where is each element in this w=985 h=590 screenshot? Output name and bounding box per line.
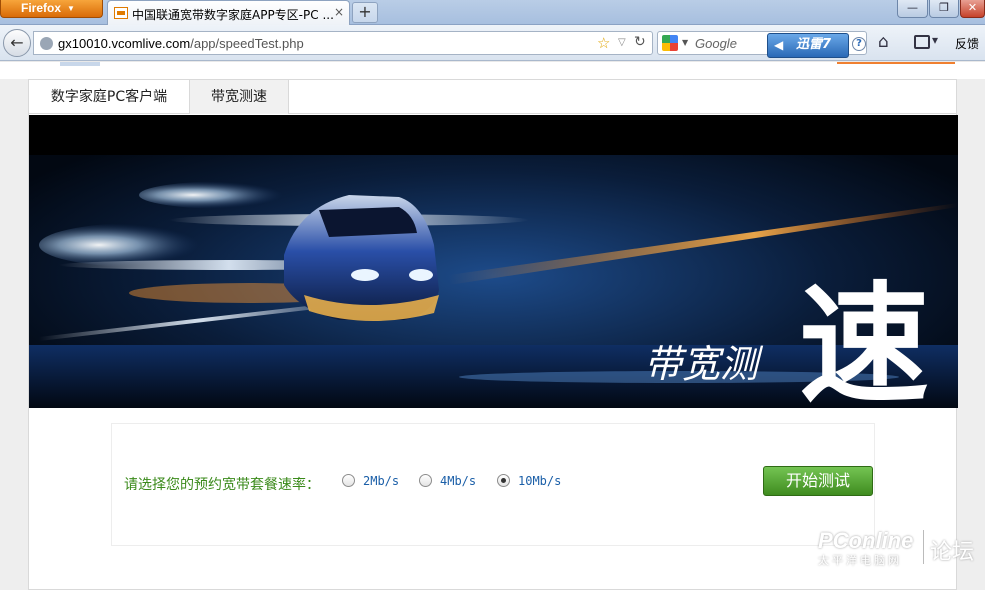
banner-big-char: 速	[799, 268, 929, 408]
speed-select-card: 请选择您的预约宽带套餐速率： 2Mb/s 4Mb/s 10Mb/s 开始测试	[111, 423, 875, 546]
watermark-brand: PConline	[818, 528, 914, 553]
radio-10mb[interactable]	[497, 474, 510, 487]
start-test-button[interactable]: 开始测试	[763, 466, 873, 496]
speed-option-10mb[interactable]: 10Mb/s	[497, 474, 561, 488]
page-viewport: 数字家庭PC客户端 带宽测速 带宽测 速 请选择您的预约宽带套餐速率： 2Mb/…	[0, 62, 985, 590]
speed-prompt: 请选择您的预约宽带套餐速率：	[124, 477, 320, 493]
browser-tab-active[interactable]: 中国联通宽带数字家庭APP专区-PC ... ×	[107, 0, 350, 25]
window-minimize-button[interactable]: —	[897, 0, 928, 18]
reload-icon[interactable]: ↻	[634, 34, 646, 50]
globe-icon	[40, 37, 53, 50]
content-panel: 数字家庭PC客户端 带宽测速 带宽测 速 请选择您的预约宽带套餐速率： 2Mb/…	[28, 79, 958, 590]
chevron-down-icon: ▼	[67, 4, 75, 13]
new-tab-button[interactable]: +	[352, 2, 378, 23]
speed-option-4mb[interactable]: 4Mb/s	[419, 474, 476, 488]
speed-option-2mb[interactable]: 2Mb/s	[342, 474, 399, 488]
bookmarks-menu-icon[interactable]	[914, 33, 938, 49]
page-tabs: 数字家庭PC客户端 带宽测速	[29, 80, 956, 114]
tab-title: 中国联通宽带数字家庭APP专区-PC ...	[132, 8, 334, 22]
radio-4mb[interactable]	[419, 474, 432, 487]
firefox-menu-button[interactable]: Firefox ▼	[0, 0, 103, 18]
pconline-watermark: PConline 太平洋电脑网 论坛	[818, 528, 974, 567]
firefox-menu-label: Firefox	[21, 1, 62, 15]
speed-option-label: 4Mb/s	[440, 474, 477, 488]
watermark-divider	[923, 530, 924, 564]
engine-dropdown-icon[interactable]: ▼	[682, 38, 688, 47]
site-favicon-icon	[114, 7, 128, 19]
back-arrow-icon: ←	[10, 33, 24, 52]
site-logo-fragment	[60, 62, 100, 66]
tab-pc-client[interactable]: 数字家庭PC客户端	[29, 80, 190, 114]
xunlei-label: 迅雷7	[796, 37, 832, 52]
url-host: gx10010.vcomlive.com	[58, 36, 191, 51]
tab-close-icon[interactable]: ×	[334, 5, 344, 19]
google-engine-icon[interactable]	[662, 35, 678, 51]
header-accent-line	[837, 62, 955, 64]
watermark-sub: 太平洋电脑网	[818, 555, 902, 567]
watermark-forum: 论坛	[930, 539, 975, 564]
url-path: /app/speedTest.php	[190, 36, 304, 51]
help-icon[interactable]: ?	[852, 37, 866, 51]
site-header-strip	[0, 62, 985, 79]
banner-illustration: 带宽测 速	[29, 115, 958, 408]
xunlei-toolbar-button[interactable]: 迅雷7 ?	[767, 33, 866, 58]
speed-option-label: 10Mb/s	[518, 474, 562, 488]
search-placeholder: Google	[695, 36, 737, 51]
speed-test-banner: 带宽测 速	[29, 115, 958, 408]
speed-option-label: 2Mb/s	[363, 474, 400, 488]
home-icon[interactable]: ⌂	[878, 32, 889, 52]
back-button[interactable]: ←	[3, 29, 31, 57]
banner-caption: 带宽测	[644, 342, 764, 386]
url-text: gx10010.vcomlive.com/app/speedTest.php	[58, 36, 304, 51]
bookmark-star-icon[interactable]: ☆	[597, 34, 610, 52]
window-maximize-button[interactable]: ❐	[929, 0, 959, 18]
tab-bandwidth-test[interactable]: 带宽测速	[190, 80, 289, 114]
radio-2mb[interactable]	[342, 474, 355, 487]
window-close-button[interactable]: ✕	[960, 0, 985, 18]
feedback-button[interactable]: 反馈	[955, 35, 979, 52]
browser-tab-bar: Firefox ▼ 中国联通宽带数字家庭APP专区-PC ... × + — ❐ …	[0, 0, 985, 25]
address-bar[interactable]: gx10010.vcomlive.com/app/speedTest.php ☆…	[33, 31, 653, 55]
history-dropdown-icon[interactable]: ▽	[618, 37, 626, 48]
